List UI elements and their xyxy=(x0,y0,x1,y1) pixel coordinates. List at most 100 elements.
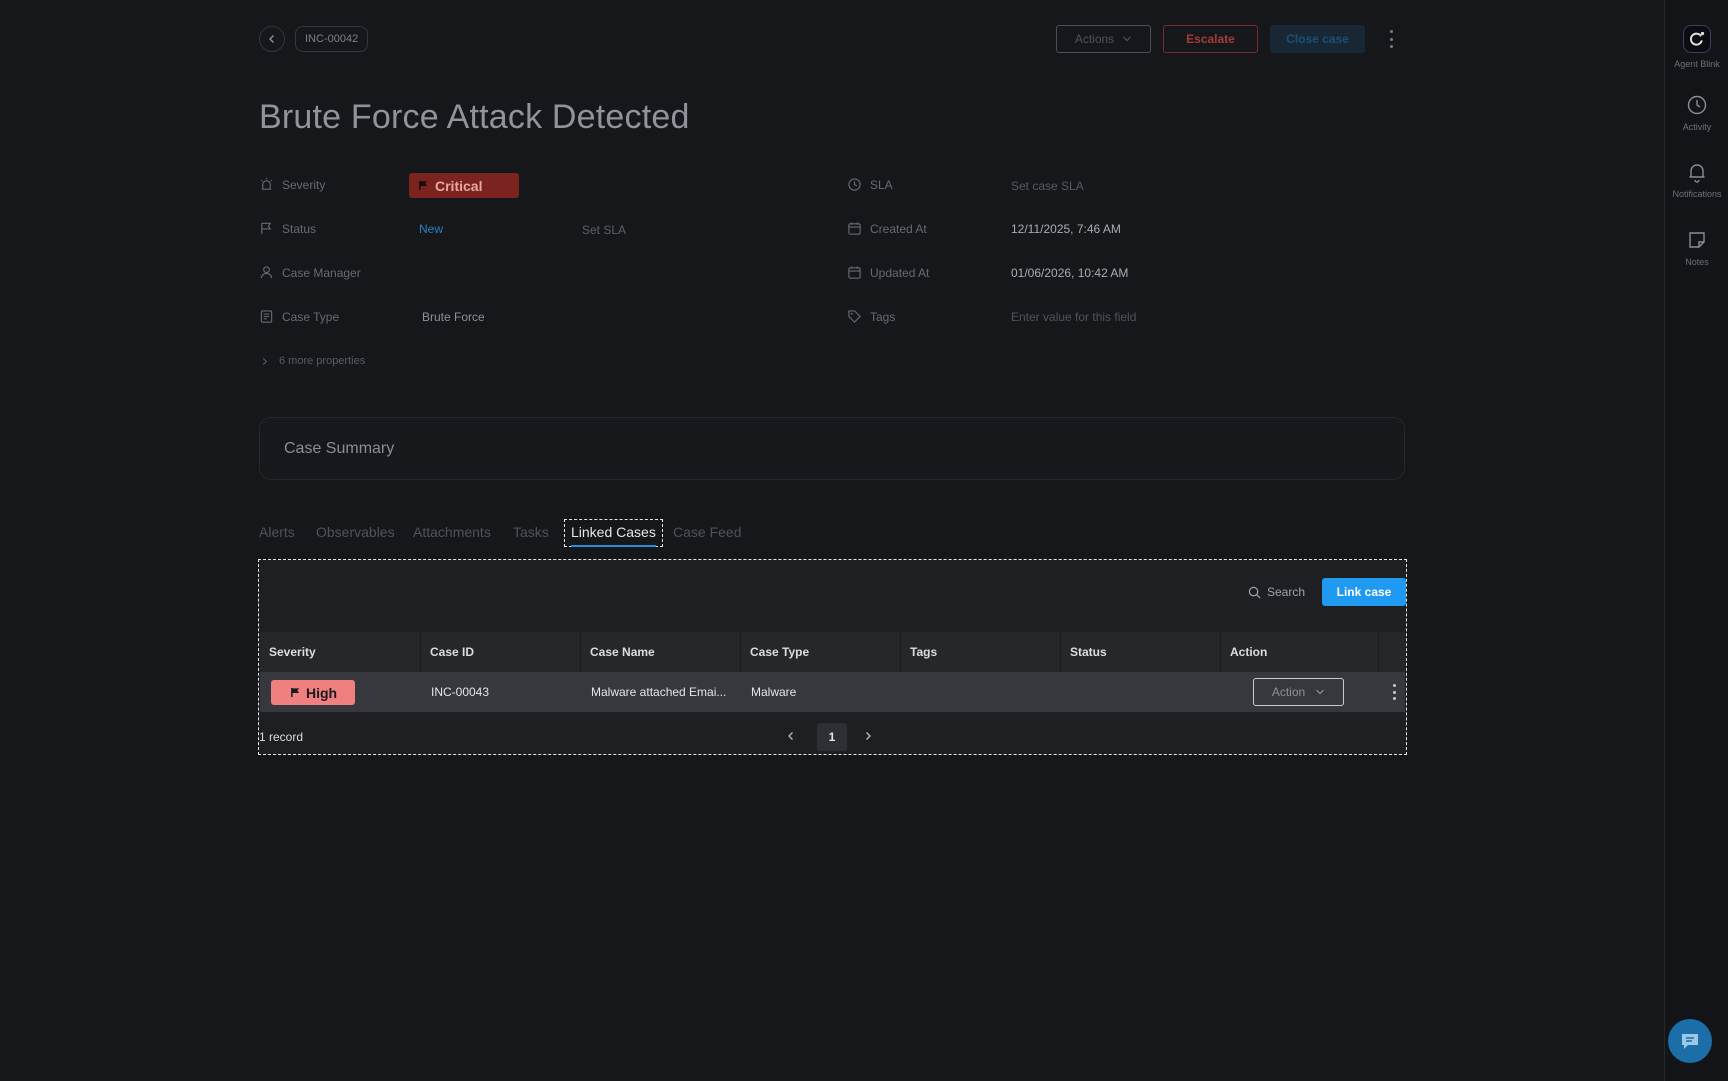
row-more-icon[interactable] xyxy=(1389,681,1399,703)
chevron-left-icon xyxy=(788,732,793,740)
row-case-type: Malware xyxy=(751,685,797,699)
case-manager-label: Case Manager xyxy=(282,265,361,280)
created-at-property: Created At xyxy=(847,221,927,236)
flag-outline-icon xyxy=(261,222,272,235)
tab-tasks[interactable]: Tasks xyxy=(513,524,549,540)
chevron-down-icon xyxy=(1316,689,1325,695)
clock-icon xyxy=(848,178,861,191)
notes-label: Notes xyxy=(1685,257,1709,267)
flag-icon xyxy=(291,687,300,698)
created-at-label: Created At xyxy=(870,221,927,236)
created-at-value: 12/11/2025, 7:46 AM xyxy=(1011,222,1121,236)
clock-icon xyxy=(1686,94,1708,116)
close-case-button[interactable]: Close case xyxy=(1270,25,1365,53)
rail-agent-blink[interactable]: Agent Blink xyxy=(1665,25,1728,69)
column-header-status[interactable]: Status xyxy=(1060,632,1220,672)
column-header-severity[interactable]: Severity xyxy=(260,632,420,672)
right-rail: Agent Blink Activity Notifications Notes xyxy=(1664,0,1728,1081)
back-button[interactable] xyxy=(259,26,285,52)
case-type-value[interactable]: Brute Force xyxy=(422,310,485,324)
severity-property: Severity xyxy=(259,177,325,192)
status-property: Status xyxy=(259,221,316,236)
tags-label: Tags xyxy=(870,309,896,324)
tab-alerts[interactable]: Alerts xyxy=(259,524,295,540)
column-header-case-type[interactable]: Case Type xyxy=(740,632,900,672)
agent-icon xyxy=(1683,25,1711,53)
more-options-icon[interactable] xyxy=(1386,28,1396,50)
case-manager-property: Case Manager xyxy=(259,265,361,280)
more-properties-toggle[interactable]: 6 more properties xyxy=(261,355,365,367)
row-case-name[interactable]: Malware attached Emai... xyxy=(591,672,726,712)
column-header-case-id[interactable]: Case ID xyxy=(420,632,580,672)
actions-label: Actions xyxy=(1074,32,1115,46)
sla-property: SLA xyxy=(847,177,893,192)
rail-activity[interactable]: Activity xyxy=(1665,94,1728,132)
search-icon xyxy=(1248,586,1261,598)
bell-icon xyxy=(1686,161,1708,183)
row-severity: High xyxy=(306,684,338,701)
activity-label: Activity xyxy=(1682,122,1712,132)
row-action-label: Action xyxy=(1271,685,1306,699)
tags-input[interactable]: Enter value for this field xyxy=(1011,310,1136,324)
link-case-button[interactable]: Link case xyxy=(1322,578,1406,606)
chevron-down-icon xyxy=(1123,36,1132,42)
flag-icon xyxy=(419,180,428,191)
table-header: Severity Case ID Case Name Case Type Tag… xyxy=(260,632,1405,672)
severity-label: Severity xyxy=(282,177,326,192)
chat-icon xyxy=(1682,1034,1698,1049)
tab-attachments[interactable]: Attachments xyxy=(413,524,491,540)
calendar-icon xyxy=(848,266,861,279)
pagination-page[interactable]: 1 xyxy=(817,723,847,751)
updated-at-property: Updated At xyxy=(847,265,929,280)
case-summary-title: Case Summary xyxy=(284,440,395,457)
record-count: 1 record xyxy=(259,730,304,744)
calendar-icon xyxy=(848,222,861,235)
pagination-prev[interactable] xyxy=(787,730,795,744)
chevron-left-icon xyxy=(269,35,274,43)
case-summary-panel[interactable]: Case Summary xyxy=(259,417,1405,480)
status-label: Status xyxy=(282,221,317,236)
more-properties-label: 6 more properties xyxy=(279,355,366,367)
column-header-tags[interactable]: Tags xyxy=(900,632,1060,672)
row-case-id[interactable]: INC-00043 xyxy=(431,672,489,712)
rail-notifications[interactable]: Notifications xyxy=(1665,161,1728,199)
notifications-label: Notifications xyxy=(1672,189,1722,199)
column-header-menu xyxy=(1378,632,1405,672)
note-icon xyxy=(1686,229,1708,251)
table-row[interactable]: High INC-00043 Malware attached Emai... … xyxy=(260,672,1405,712)
document-icon xyxy=(260,310,273,323)
tab-linked-cases-label: Linked Cases xyxy=(571,524,656,540)
sla-value[interactable]: Set case SLA xyxy=(1011,179,1084,193)
chat-button[interactable] xyxy=(1668,1019,1712,1063)
active-tab-indicator xyxy=(571,545,656,547)
column-header-case-name[interactable]: Case Name xyxy=(580,632,740,672)
severity-badge[interactable]: Critical xyxy=(409,173,519,198)
agent-label: Agent Blink xyxy=(1674,59,1720,69)
search-label: Search xyxy=(1267,585,1306,599)
case-type-label: Case Type xyxy=(282,309,340,324)
escalate-button[interactable]: Escalate xyxy=(1163,25,1258,53)
pagination-next[interactable] xyxy=(864,730,872,744)
case-type-property: Case Type xyxy=(259,309,339,324)
search-button[interactable]: Search xyxy=(1248,585,1305,599)
row-action-dropdown[interactable]: Action xyxy=(1253,678,1344,706)
column-header-action: Action xyxy=(1220,632,1378,672)
chevron-right-icon xyxy=(866,732,871,740)
tab-linked-cases[interactable]: Linked Cases xyxy=(564,519,663,547)
severity-badge-high: High xyxy=(271,680,355,705)
sla-label: SLA xyxy=(870,177,893,192)
updated-at-label: Updated At xyxy=(870,265,930,280)
set-sla-link[interactable]: Set SLA xyxy=(582,223,626,237)
rail-notes[interactable]: Notes xyxy=(1665,229,1728,267)
user-icon xyxy=(260,266,273,279)
chevron-right-icon xyxy=(262,357,268,365)
tags-property: Tags xyxy=(847,309,895,324)
tag-icon xyxy=(848,310,861,323)
case-id-chip: INC-00042 xyxy=(295,26,369,52)
tab-observables[interactable]: Observables xyxy=(316,524,395,540)
tab-case-feed[interactable]: Case Feed xyxy=(673,524,741,540)
actions-dropdown[interactable]: Actions xyxy=(1056,25,1151,53)
status-value[interactable]: New xyxy=(419,222,443,236)
updated-at-value: 01/06/2026, 10:42 AM xyxy=(1011,266,1129,280)
siren-icon xyxy=(260,177,273,190)
